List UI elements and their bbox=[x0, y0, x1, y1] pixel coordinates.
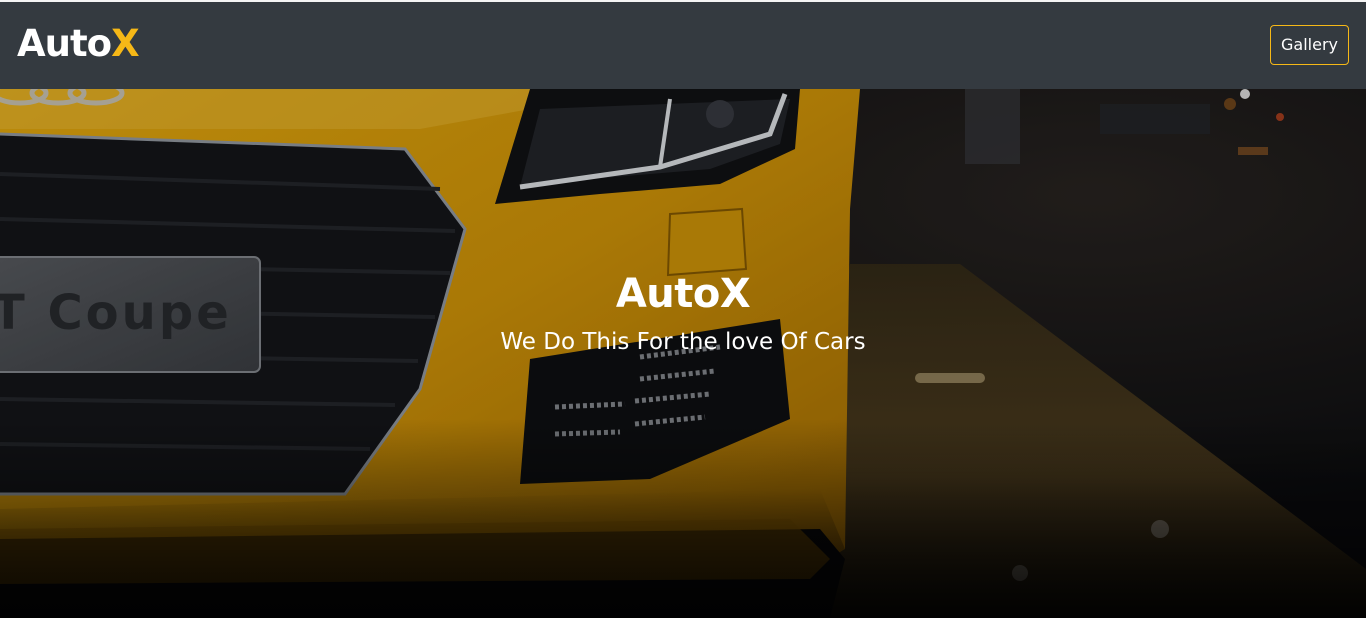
brand-logo[interactable]: AutoX bbox=[17, 22, 140, 66]
hero-text-overlay: AutoX We Do This For the love Of Cars bbox=[0, 89, 1366, 618]
brand-main-text: Auto bbox=[17, 22, 112, 65]
hero-subtitle: We Do This For the love Of Cars bbox=[500, 329, 866, 355]
brand-accent-text: X bbox=[111, 22, 140, 65]
navbar: AutoX Gallery bbox=[0, 2, 1366, 89]
gallery-button[interactable]: Gallery bbox=[1270, 25, 1349, 65]
hero-section: T Coupe AutoX We Do This For the love Of bbox=[0, 89, 1366, 618]
hero-title: AutoX bbox=[615, 271, 751, 317]
